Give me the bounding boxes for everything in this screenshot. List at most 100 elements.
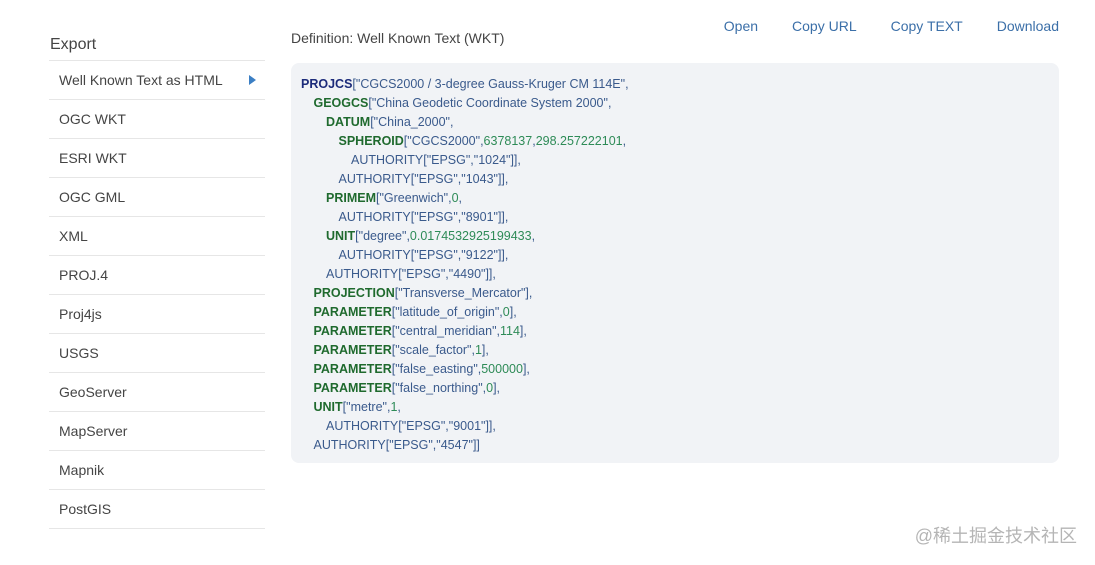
sidebar-item-label: GeoServer bbox=[59, 384, 127, 400]
sidebar-item-proj4[interactable]: PROJ.4 bbox=[49, 256, 265, 295]
wkt-keyword: PARAMETER bbox=[313, 305, 392, 319]
wkt-text: ["China Geodetic Coordinate System 2000"… bbox=[368, 96, 612, 110]
sidebar-item-label: PROJ.4 bbox=[59, 267, 109, 283]
wkt-text: ], bbox=[519, 324, 527, 338]
wkt-number: 0 bbox=[451, 191, 459, 205]
sidebar-item-label: MapServer bbox=[59, 423, 128, 439]
code-line: AUTHORITY["EPSG","4490"]], bbox=[301, 265, 1049, 284]
code-line: AUTHORITY["EPSG","1024"]], bbox=[301, 151, 1049, 170]
code-line: PARAMETER["false_easting",500000], bbox=[301, 360, 1049, 379]
wkt-text: ], bbox=[481, 343, 489, 357]
wkt-text: , bbox=[531, 229, 536, 243]
sidebar-item-esri-wkt[interactable]: ESRI WKT bbox=[49, 139, 265, 178]
wkt-text: , bbox=[397, 400, 401, 414]
sidebar-item-mapserver[interactable]: MapServer bbox=[49, 412, 265, 451]
wkt-keyword: PARAMETER bbox=[313, 343, 392, 357]
code-line: PROJECTION["Transverse_Mercator"], bbox=[301, 284, 1049, 303]
wkt-text: , bbox=[622, 134, 627, 148]
wkt-keyword: PROJECTION bbox=[313, 286, 395, 300]
code-line: AUTHORITY["EPSG","9001"]], bbox=[301, 417, 1049, 436]
wkt-text: ["metre", bbox=[342, 400, 391, 414]
sidebar-item-ogc-wkt[interactable]: OGC WKT bbox=[49, 100, 265, 139]
wkt-code-block[interactable]: PROJCS["CGCS2000 / 3-degree Gauss-Kruger… bbox=[291, 63, 1059, 463]
wkt-number: 6378137 bbox=[483, 134, 533, 148]
wkt-keyword: PARAMETER bbox=[313, 381, 392, 395]
action-links: Open Copy URL Copy TEXT Download bbox=[724, 18, 1059, 34]
wkt-keyword: UNIT bbox=[326, 229, 356, 243]
sidebar-item-mapnik[interactable]: Mapnik bbox=[49, 451, 265, 490]
wkt-text: ["Greenwich", bbox=[376, 191, 452, 205]
sidebar-item-label: Mapnik bbox=[59, 462, 105, 478]
wkt-text: ["false_northing", bbox=[391, 381, 487, 395]
code-line: PARAMETER["latitude_of_origin",0], bbox=[301, 303, 1049, 322]
wkt-text: AUTHORITY["EPSG","4547"]] bbox=[313, 438, 480, 452]
wkt-text: AUTHORITY["EPSG","8901"]], bbox=[338, 210, 509, 224]
watermark: @稀土掘金技术社区 bbox=[914, 526, 1077, 546]
sidebar-item-geoserver[interactable]: GeoServer bbox=[49, 373, 265, 412]
sidebar-item-label: OGC WKT bbox=[59, 111, 126, 127]
export-sidebar: Export Well Known Text as HTML OGC WKT E… bbox=[49, 34, 265, 529]
wkt-text: ["Transverse_Mercator"], bbox=[394, 286, 533, 300]
code-line: SPHEROID["CGCS2000",6378137,298.25722210… bbox=[301, 132, 1049, 151]
sidebar-item-label: PostGIS bbox=[59, 501, 112, 517]
wkt-keyword: PARAMETER bbox=[313, 324, 392, 338]
wkt-text: ["China_2000", bbox=[370, 115, 454, 129]
download-link[interactable]: Download bbox=[997, 18, 1059, 34]
wkt-number: 500000 bbox=[481, 362, 523, 376]
wkt-keyword: PROJCS bbox=[301, 77, 353, 91]
code-line: UNIT["metre",1, bbox=[301, 398, 1049, 417]
open-link[interactable]: Open bbox=[724, 18, 758, 34]
wkt-keyword: DATUM bbox=[326, 115, 371, 129]
wkt-text: ["central_meridian", bbox=[391, 324, 500, 338]
wkt-text: ["CGCS2000 / 3-degree Gauss-Kruger CM 11… bbox=[352, 77, 629, 91]
page: Export Well Known Text as HTML OGC WKT E… bbox=[0, 0, 1095, 565]
sidebar-title: Export bbox=[49, 34, 265, 61]
sidebar-item-xml[interactable]: XML bbox=[49, 217, 265, 256]
wkt-text: AUTHORITY["EPSG","4490"]], bbox=[326, 267, 496, 281]
code-line: UNIT["degree",0.0174532925199433, bbox=[301, 227, 1049, 246]
wkt-text: AUTHORITY["EPSG","9122"]], bbox=[338, 248, 509, 262]
sidebar-item-label: Proj4js bbox=[59, 306, 102, 322]
wkt-keyword: GEOGCS bbox=[313, 96, 369, 110]
code-line: DATUM["China_2000", bbox=[301, 113, 1049, 132]
sidebar-item-label: XML bbox=[59, 228, 88, 244]
code-line: AUTHORITY["EPSG","1043"]], bbox=[301, 170, 1049, 189]
sidebar-item-usgs[interactable]: USGS bbox=[49, 334, 265, 373]
sidebar-item-label: Well Known Text as HTML bbox=[59, 72, 223, 88]
wkt-keyword: SPHEROID bbox=[338, 134, 404, 148]
wkt-number: 114 bbox=[499, 324, 520, 338]
wkt-keyword: PARAMETER bbox=[313, 362, 392, 376]
wkt-text: , bbox=[458, 191, 463, 205]
wkt-text: ], bbox=[522, 362, 530, 376]
wkt-keyword: UNIT bbox=[313, 400, 343, 414]
sidebar-item-wkt-html[interactable]: Well Known Text as HTML bbox=[49, 61, 265, 100]
code-line: PARAMETER["central_meridian",114], bbox=[301, 322, 1049, 341]
wkt-number: 1 bbox=[474, 343, 482, 357]
wkt-keyword: PRIMEM bbox=[326, 191, 376, 205]
wkt-text: AUTHORITY["EPSG","1024"]], bbox=[351, 153, 521, 167]
wkt-number: 298.257222101 bbox=[535, 134, 623, 148]
code-line: PRIMEM["Greenwich",0, bbox=[301, 189, 1049, 208]
caret-right-icon bbox=[249, 75, 256, 85]
copy-url-link[interactable]: Copy URL bbox=[792, 18, 857, 34]
sidebar-item-ogc-gml[interactable]: OGC GML bbox=[49, 178, 265, 217]
code-line: PROJCS["CGCS2000 / 3-degree Gauss-Kruger… bbox=[301, 75, 1049, 94]
sidebar-item-proj4js[interactable]: Proj4js bbox=[49, 295, 265, 334]
copy-text-link[interactable]: Copy TEXT bbox=[891, 18, 963, 34]
code-line: AUTHORITY["EPSG","8901"]], bbox=[301, 208, 1049, 227]
code-line: PARAMETER["false_northing",0], bbox=[301, 379, 1049, 398]
sidebar-item-postgis[interactable]: PostGIS bbox=[49, 490, 265, 529]
code-line: GEOGCS["China Geodetic Coordinate System… bbox=[301, 94, 1049, 113]
wkt-text: ["degree", bbox=[355, 229, 410, 243]
wkt-text: ], bbox=[509, 305, 517, 319]
wkt-number: 0.0174532925199433 bbox=[409, 229, 532, 243]
wkt-text: ["false_easting", bbox=[391, 362, 482, 376]
wkt-text: AUTHORITY["EPSG","9001"]], bbox=[326, 419, 496, 433]
sidebar-item-label: ESRI WKT bbox=[59, 150, 127, 166]
sidebar-item-label: USGS bbox=[59, 345, 99, 361]
wkt-text: ], bbox=[493, 381, 501, 395]
wkt-number: 0 bbox=[502, 305, 510, 319]
code-line: AUTHORITY["EPSG","4547"]] bbox=[301, 436, 1049, 455]
code-line: AUTHORITY["EPSG","9122"]], bbox=[301, 246, 1049, 265]
code-line: PARAMETER["scale_factor",1], bbox=[301, 341, 1049, 360]
